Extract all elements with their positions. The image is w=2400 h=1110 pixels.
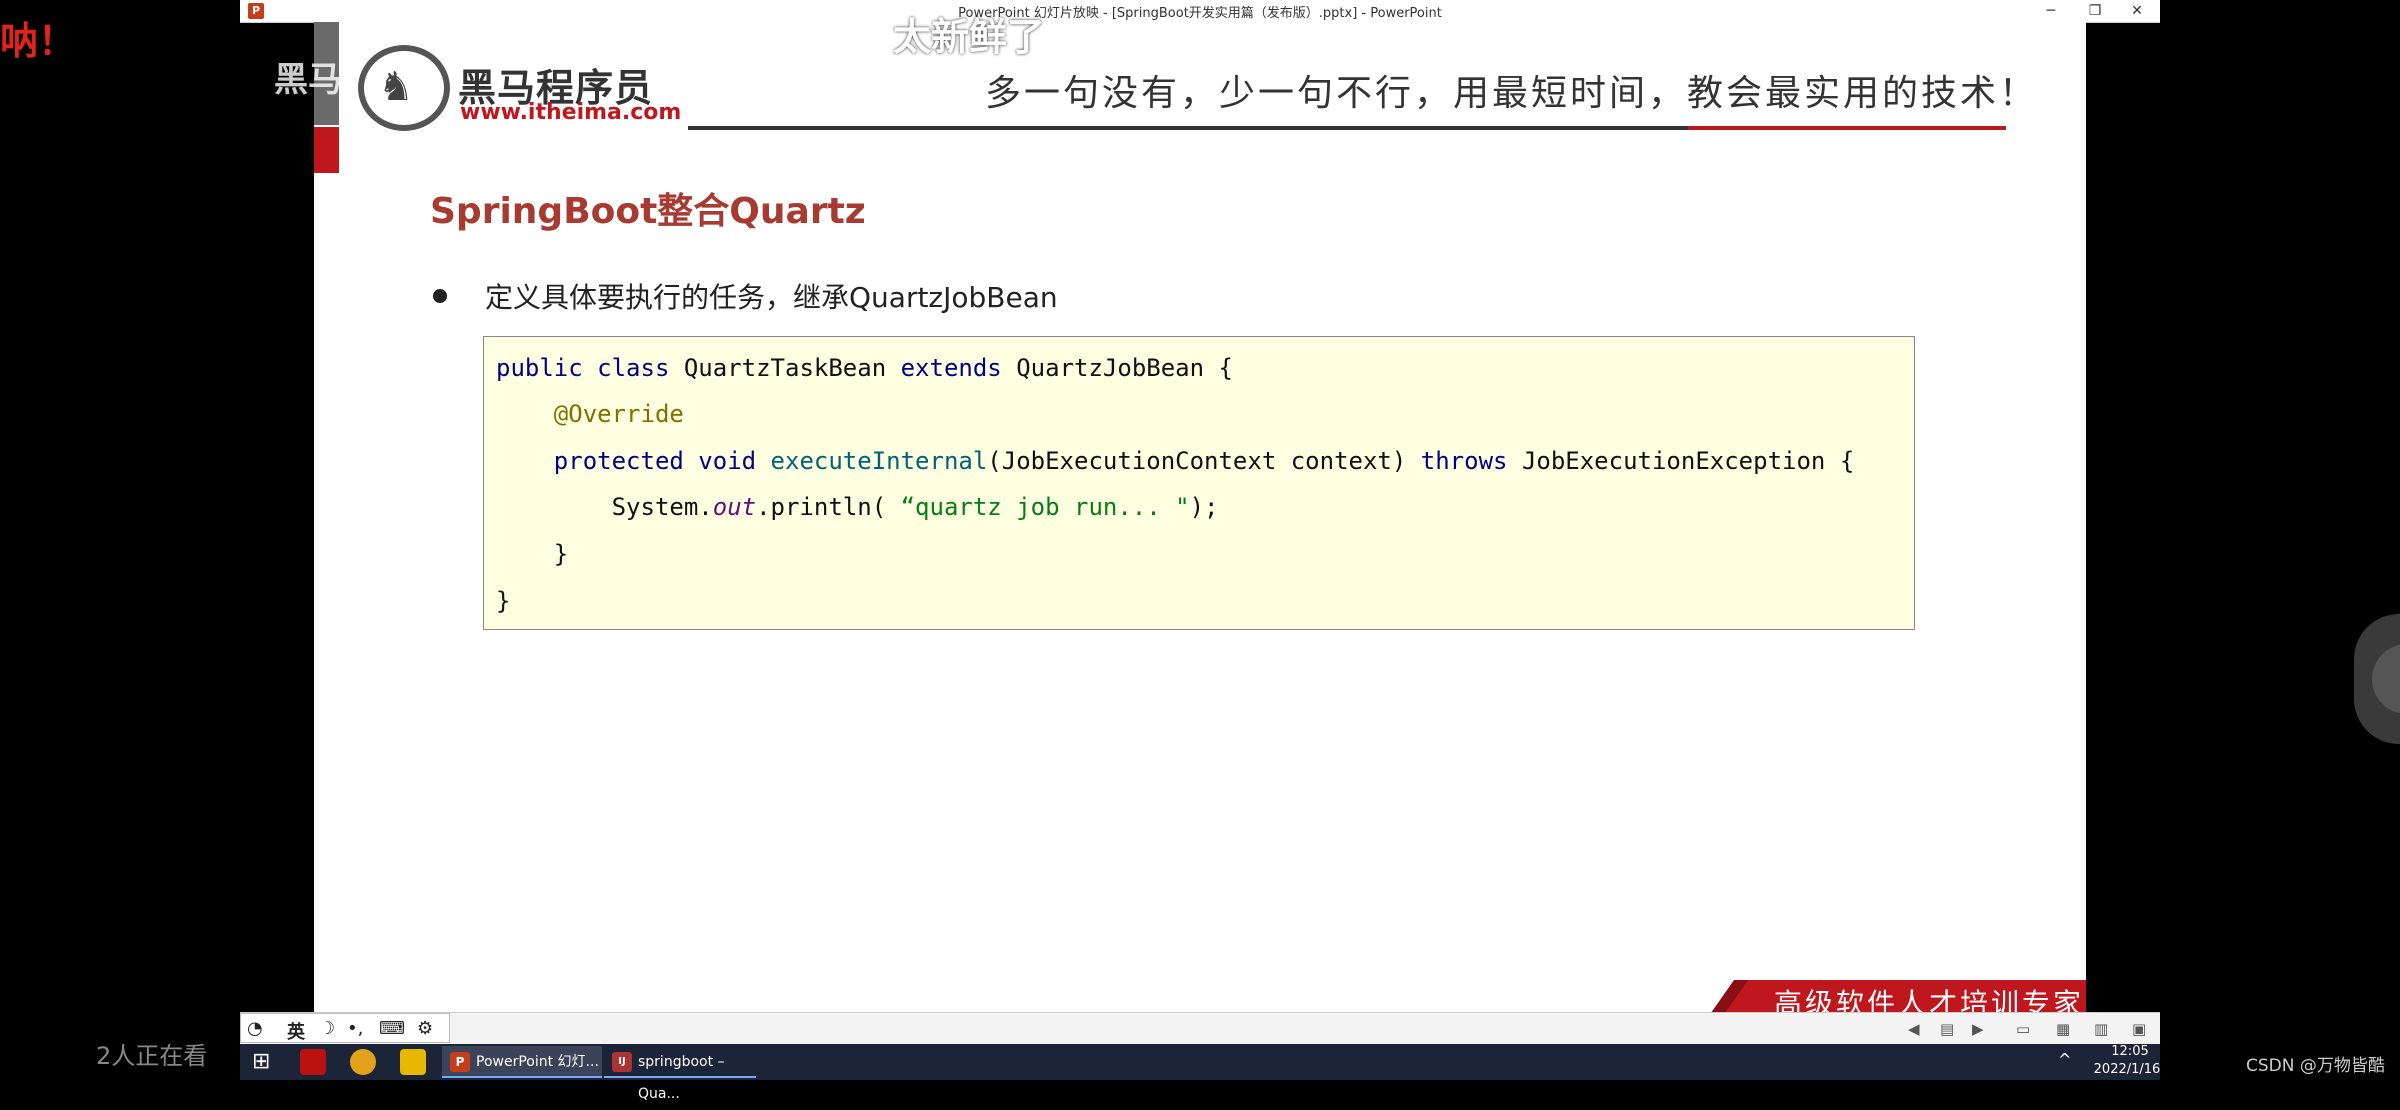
menu-icon[interactable]: ▤	[1940, 1020, 1954, 1038]
reading-view-icon[interactable]: ▥	[2094, 1020, 2108, 1038]
live-viewer-count: 2人正在看	[96, 1042, 208, 1070]
code-annotation: @Override	[553, 400, 684, 428]
intellij-icon: IJ	[612, 1052, 632, 1072]
code-keyword: protected	[553, 447, 684, 475]
slide-sorter-icon[interactable]: ▦	[2056, 1020, 2070, 1038]
code-line-4: System.out.println( “quartz job run... "…	[496, 493, 1219, 521]
restore-button[interactable]: ❐	[2072, 0, 2118, 22]
tray-expand-icon[interactable]: ^	[2058, 1050, 2071, 1069]
code-brace: }	[496, 587, 511, 615]
code-brace: }	[553, 540, 569, 568]
danmaku-text: 太新鲜了	[893, 15, 1046, 59]
code-params: (JobExecutionContext context)	[987, 447, 1407, 475]
code-line-3: protected void executeInternal(JobExecut…	[496, 447, 1854, 475]
code-string: “quartz job run... "	[900, 493, 1190, 521]
slideshow-view-icon[interactable]: ▣	[2132, 1020, 2146, 1038]
folder-icon[interactable]	[400, 1049, 426, 1075]
code-keyword: extends	[900, 354, 1002, 382]
window-titlebar: P PowerPoint 幻灯片放映 - [SpringBoot开发实用篇（发布…	[240, 0, 2160, 23]
code-method-name: executeInternal	[770, 447, 988, 475]
code-parent-class: QuartzJobBean {	[1016, 354, 1233, 382]
chrome-icon[interactable]	[350, 1049, 376, 1075]
powerpoint-icon: P	[450, 1052, 470, 1072]
taskbar-item-powerpoint[interactable]: P PowerPoint 幻灯...	[442, 1046, 602, 1078]
code-keyword: throws	[1420, 447, 1508, 475]
code-keyword: void	[698, 447, 757, 475]
settings-icon[interactable]: ⚙	[417, 1018, 433, 1039]
clock-date[interactable]: 2022/1/16	[2082, 1062, 2172, 1077]
code-object: System.	[611, 493, 713, 521]
code-exception: JobExecutionException {	[1521, 447, 1855, 475]
prev-slide-icon[interactable]: ◀	[1908, 1020, 1920, 1038]
app-icon[interactable]	[300, 1049, 326, 1075]
code-field: out	[712, 493, 757, 521]
code-class-name: QuartzTaskBean	[683, 354, 887, 382]
window-title: PowerPoint 幻灯片放映 - [SpringBoot开发实用篇（发布版）…	[958, 6, 1442, 21]
ime-logo-icon[interactable]: ◔	[247, 1018, 263, 1039]
slideshow-status-bar	[240, 1012, 2160, 1045]
windows-start-icon[interactable]: ⊞	[252, 1049, 270, 1074]
slide-decor-bar-red	[314, 127, 339, 173]
normal-view-icon[interactable]: ▭	[2016, 1020, 2030, 1038]
bullet-text: 定义具体要执行的任务，继承QuartzJobBean	[485, 281, 1058, 314]
code-line-5: }	[496, 540, 568, 568]
code-line-2: @Override	[496, 400, 684, 428]
logo-url: www.itheima.com	[460, 100, 682, 125]
horse-logo-icon: ♞	[378, 64, 414, 110]
slogan-underline	[688, 126, 1688, 130]
slide-title: SpringBoot整合Quartz	[430, 191, 866, 232]
code-line-1: public class QuartzTaskBean extends Quar…	[496, 354, 1233, 382]
taskbar-item-label: PowerPoint 幻灯...	[476, 1054, 599, 1070]
next-slide-icon[interactable]: ▶	[1972, 1020, 1984, 1038]
close-button[interactable]: ✕	[2114, 0, 2160, 22]
code-end: );	[1189, 493, 1219, 521]
ime-toolbar: ◔ 英 ☽ •, ⌨ ⚙	[240, 1013, 450, 1043]
keyboard-icon[interactable]: ⌨	[379, 1018, 405, 1039]
bullet-icon	[433, 289, 447, 303]
slide-slogan: 多一句没有，少一句不行，用最短时间，教会最实用的技术！	[985, 73, 2039, 114]
watermark: CSDN @万物皆酷	[2246, 1056, 2385, 1076]
taskbar-item-intellij[interactable]: IJ springboot – Qua...	[604, 1046, 756, 1102]
moon-icon[interactable]: ☽	[319, 1018, 335, 1039]
code-line-6: }	[496, 587, 510, 615]
clock-time[interactable]: 12:05	[2100, 1044, 2160, 1059]
danmaku-text: 黑马	[274, 60, 342, 100]
minimize-button[interactable]: ─	[2028, 0, 2074, 22]
punctuation-icon[interactable]: •,	[347, 1018, 363, 1039]
code-keyword: public	[496, 354, 583, 382]
slogan-underline-accent	[1688, 126, 2006, 130]
danmaku-text: 呐！	[0, 19, 77, 63]
code-keyword: class	[597, 354, 670, 382]
code-call: .println(	[756, 493, 901, 521]
ime-mode-toggle[interactable]: 英	[287, 1018, 305, 1044]
